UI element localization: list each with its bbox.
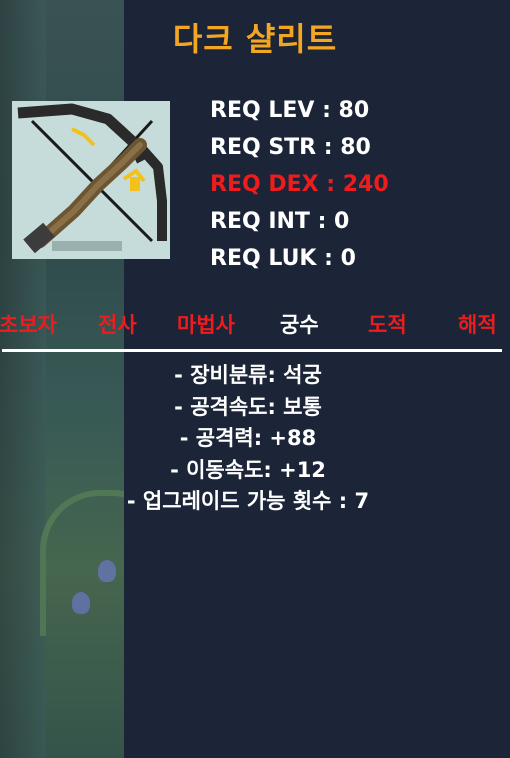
divider xyxy=(2,349,502,352)
requirement-level: REQ LEV : 80 xyxy=(210,98,370,123)
stat-move-speed: - 이동속도: +12 xyxy=(170,457,326,482)
stat-category: - 장비분류: 석궁 xyxy=(174,363,322,387)
job-pirate: 해적 xyxy=(458,313,497,337)
job-magician: 마법사 xyxy=(177,313,235,337)
item-name: 다크 샬리트 xyxy=(172,20,338,58)
job-thief: 도적 xyxy=(368,313,407,337)
requirement-luk: REQ LUK : 0 xyxy=(210,246,356,271)
flower-decoration xyxy=(98,560,116,582)
requirement-dex: REQ DEX : 240 xyxy=(210,172,389,197)
job-bowman: 궁수 xyxy=(280,313,319,337)
job-warrior: 전사 xyxy=(98,313,137,337)
stat-attack: - 공격력: +88 xyxy=(179,426,317,450)
item-stats: - 장비분류: 석궁 - 공격속도: 보통 - 공격력: +88 - 이동속도:… xyxy=(0,360,496,518)
flower-decoration xyxy=(72,592,90,614)
requirement-int: REQ INT : 0 xyxy=(210,209,350,234)
bow-icon xyxy=(12,101,170,259)
job-class-list: 초보자 전사 마법사 궁수 도적 해적 xyxy=(0,310,510,340)
job-beginner: 초보자 xyxy=(0,313,57,337)
requirement-str: REQ STR : 80 xyxy=(210,135,371,160)
stat-upgrades: - 업그레이드 가능 횟수 : 7 xyxy=(126,489,370,513)
stat-attack-speed: - 공격속도: 보통 xyxy=(174,394,322,419)
